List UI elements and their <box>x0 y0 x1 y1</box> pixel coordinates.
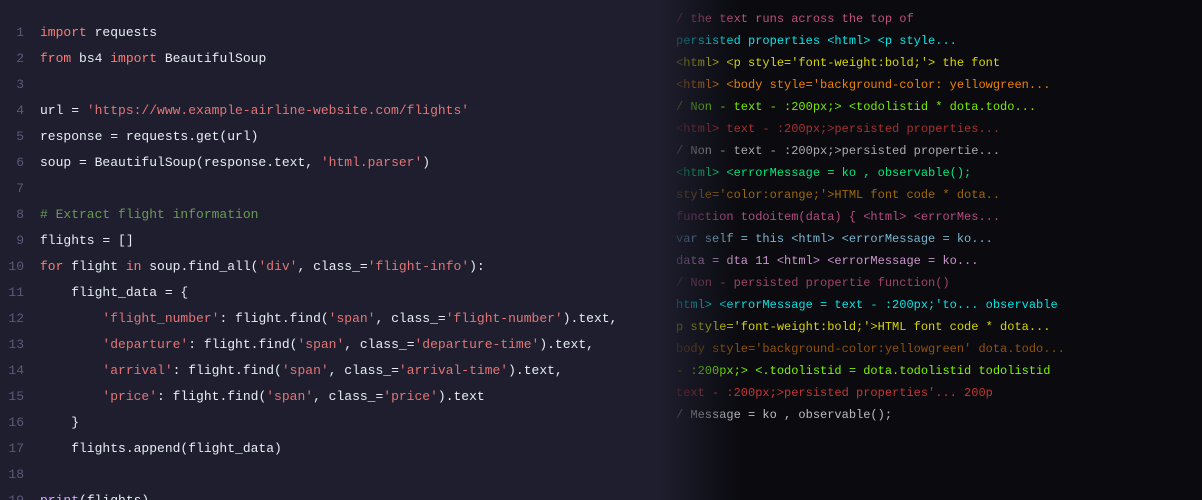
line-number: 17 <box>0 436 40 462</box>
line-content: import requests <box>40 20 157 46</box>
bg-code-line: <html> <p style='font-weight:bold;'> the… <box>676 52 1186 74</box>
line-content: print(flights) <box>40 488 149 500</box>
code-line: 13 'departure': flight.find('span', clas… <box>0 332 660 358</box>
line-content: 'arrival': flight.find('span', class_='a… <box>40 358 563 384</box>
bg-code-line: / the text runs across the top of <box>676 8 1186 30</box>
code-line: 10for flight in soup.find_all('div', cla… <box>0 254 660 280</box>
bg-code-line: <html> text - :200px;>persisted properti… <box>676 118 1186 140</box>
bg-code-line: / Non - persisted propertie function() <box>676 272 1186 294</box>
line-content: flights.append(flight_data) <box>40 436 282 462</box>
bg-code-line: - :200px;> <.todolistid = dota.todolisti… <box>676 360 1186 382</box>
code-line: 12 'flight_number': flight.find('span', … <box>0 306 660 332</box>
line-content: # Extract flight information <box>40 202 258 228</box>
code-line: 17 flights.append(flight_data) <box>0 436 660 462</box>
line-content: response = requests.get(url) <box>40 124 258 150</box>
line-content: 'price': flight.find('span', class_='pri… <box>40 384 485 410</box>
line-content: flight_data = { <box>40 280 188 306</box>
code-line: 4url = 'https://www.example-airline-webs… <box>0 98 660 124</box>
line-number: 12 <box>0 306 40 332</box>
bg-code-line: var self = this <html> <errorMessage = k… <box>676 228 1186 250</box>
line-content: 'flight_number': flight.find('span', cla… <box>40 306 617 332</box>
bg-code-line: text - :200px;>persisted properties'... … <box>676 382 1186 404</box>
bg-code-line: html> <errorMessage = text - :200px;'to.… <box>676 294 1186 316</box>
bg-code-line: / Non - text - :200px;> <todolistid * do… <box>676 96 1186 118</box>
code-line: 5response = requests.get(url) <box>0 124 660 150</box>
bg-code-line: persisted properties <html> <p style... <box>676 30 1186 52</box>
line-content: soup = BeautifulSoup(response.text, 'htm… <box>40 150 430 176</box>
line-content: url = 'https://www.example-airline-websi… <box>40 98 469 124</box>
code-line: 1import requests <box>0 20 660 46</box>
line-number: 15 <box>0 384 40 410</box>
line-number: 5 <box>0 124 40 150</box>
bg-code-line: p style='font-weight:bold;'>HTML font co… <box>676 316 1186 338</box>
line-content: for flight in soup.find_all('div', class… <box>40 254 485 280</box>
line-number: 13 <box>0 332 40 358</box>
line-number: 6 <box>0 150 40 176</box>
line-number: 8 <box>0 202 40 228</box>
code-line: 18 <box>0 462 660 488</box>
code-line: 15 'price': flight.find('span', class_='… <box>0 384 660 410</box>
line-number: 4 <box>0 98 40 124</box>
line-number: 14 <box>0 358 40 384</box>
line-number: 16 <box>0 410 40 436</box>
line-content: } <box>40 410 79 436</box>
line-content: from bs4 import BeautifulSoup <box>40 46 266 72</box>
code-line: 9flights = [] <box>0 228 660 254</box>
code-line: 3 <box>0 72 660 98</box>
code-line: 6soup = BeautifulSoup(response.text, 'ht… <box>0 150 660 176</box>
line-number: 7 <box>0 176 40 202</box>
code-line: 19print(flights) <box>0 488 660 500</box>
code-line: 11 flight_data = { <box>0 280 660 306</box>
line-number: 10 <box>0 254 40 280</box>
bg-code-line: style='color:orange;'>HTML font code * d… <box>676 184 1186 206</box>
line-content: 'departure': flight.find('span', class_=… <box>40 332 594 358</box>
bg-code-line: <html> <body style='background-color: ye… <box>676 74 1186 96</box>
line-number: 18 <box>0 462 40 488</box>
line-number: 11 <box>0 280 40 306</box>
line-number: 1 <box>0 20 40 46</box>
bg-code-line: function todoitem(data) { <html> <errorM… <box>676 206 1186 228</box>
background-image-panel: / the text runs across the top ofpersist… <box>660 0 1202 500</box>
bg-code-line: / Non - text - :200px;>persisted propert… <box>676 140 1186 162</box>
code-line: 14 'arrival': flight.find('span', class_… <box>0 358 660 384</box>
bg-code-line: / Message = ko , observable(); <box>676 404 1186 426</box>
line-number: 19 <box>0 488 40 500</box>
code-panel: 1import requests2from bs4 import Beautif… <box>0 0 660 500</box>
code-line: 8# Extract flight information <box>0 202 660 228</box>
bg-code-line: data = dta 11 <html> <errorMessage = ko.… <box>676 250 1186 272</box>
code-line: 16 } <box>0 410 660 436</box>
line-content: flights = [] <box>40 228 134 254</box>
code-line: 7 <box>0 176 660 202</box>
bg-code-line: <html> <errorMessage = ko , observable()… <box>676 162 1186 184</box>
code-line: 2from bs4 import BeautifulSoup <box>0 46 660 72</box>
line-number: 2 <box>0 46 40 72</box>
bg-code-line: body style='background-color:yellowgreen… <box>676 338 1186 360</box>
line-number: 9 <box>0 228 40 254</box>
line-number: 3 <box>0 72 40 98</box>
